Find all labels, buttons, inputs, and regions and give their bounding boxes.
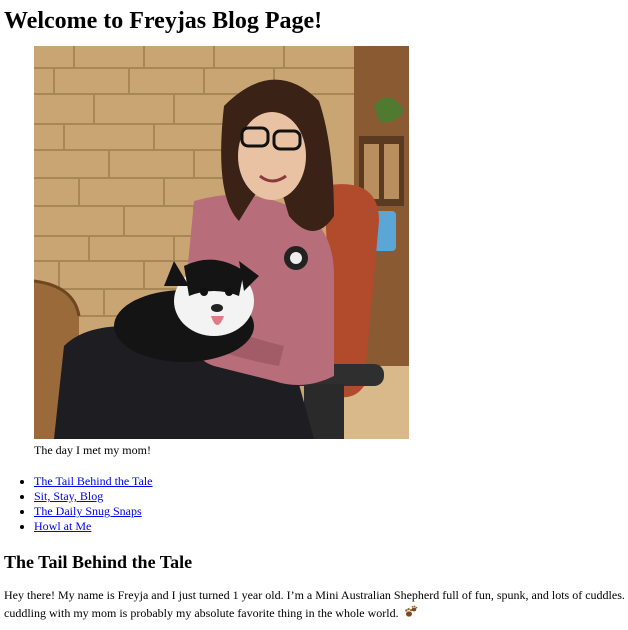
nav-link-sit-stay-blog[interactable]: Sit, Stay, Blog [34, 489, 103, 503]
section-heading: The Tail Behind the Tale [4, 552, 193, 572]
intro-paragraph: Hey there! My name is Freyja and I just … [4, 586, 626, 624]
page-title: Welcome to Freyjas Blog Page! [4, 8, 323, 34]
hero-photo [34, 46, 409, 439]
nav-link-daily-snug-snaps[interactable]: The Daily Snug Snaps [34, 504, 142, 518]
hero-caption: The day I met my mom! [34, 443, 151, 457]
intro-text: Hey there! My name is Freyja and I just … [4, 588, 625, 620]
nav-item: The Daily Snug Snaps [34, 504, 624, 519]
paw-prints-icon [404, 605, 418, 624]
nav-item: The Tail Behind the Tale [34, 474, 624, 489]
blog-nav: The Tail Behind the Tale Sit, Stay, Blog… [4, 474, 624, 534]
nav-item: Sit, Stay, Blog [34, 489, 624, 504]
nav-link-tail-behind-the-tale[interactable]: The Tail Behind the Tale [34, 474, 153, 488]
nav-item: Howl at Me [34, 519, 624, 534]
nav-link-howl-at-me[interactable]: Howl at Me [34, 519, 91, 533]
page: Welcome to Freyjas Blog Page! The day I … [0, 0, 628, 624]
hero-figure: The day I met my mom! [34, 46, 409, 458]
